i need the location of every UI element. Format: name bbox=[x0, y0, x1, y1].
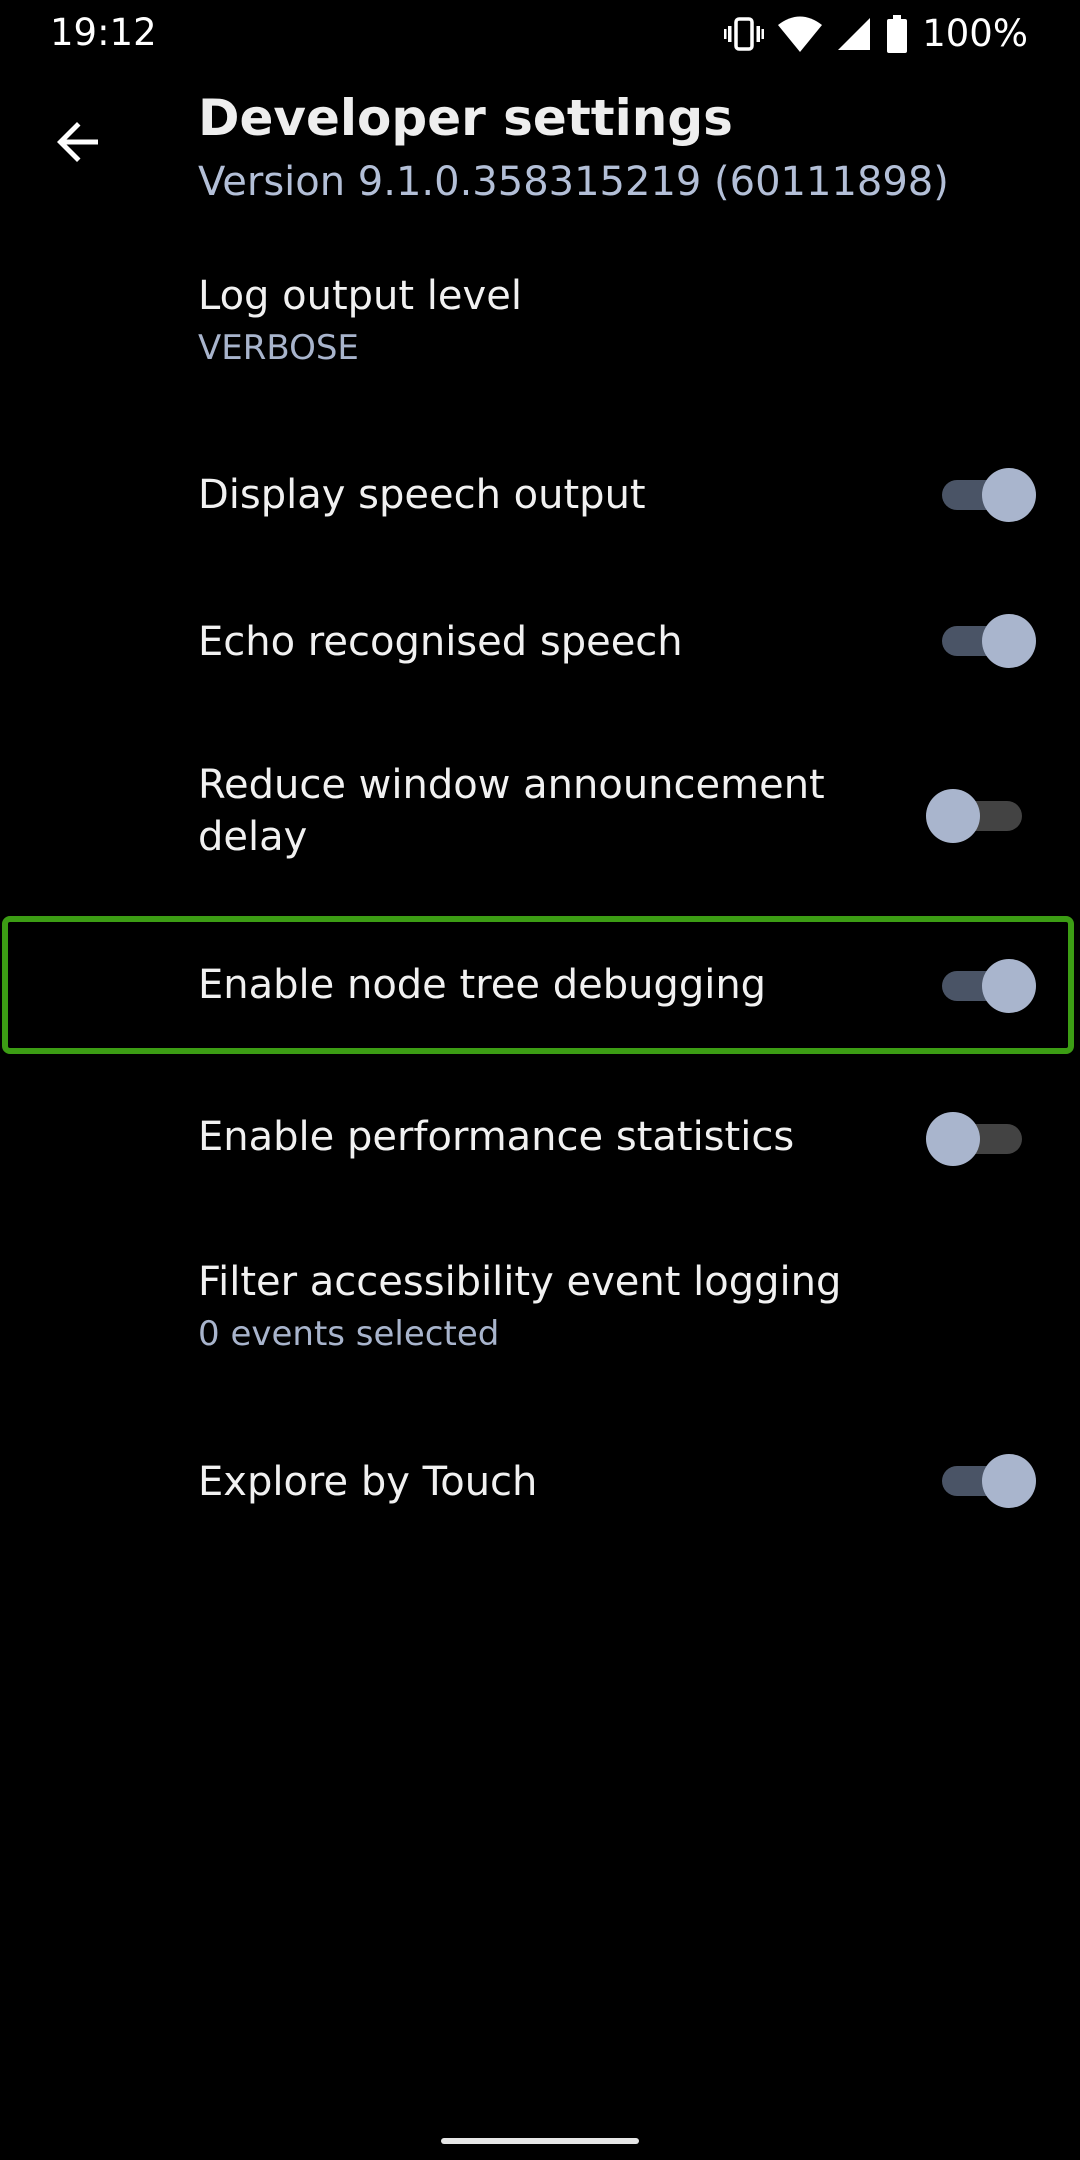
setting-summary: VERBOSE bbox=[198, 328, 359, 368]
switch-thumb bbox=[926, 789, 980, 843]
setting-title: Enable node tree debugging bbox=[198, 962, 767, 1008]
setting-title: Reduce window announcement delay bbox=[198, 762, 825, 860]
setting-title: Echo recognised speech bbox=[198, 619, 683, 665]
setting-title: Log output level bbox=[198, 273, 522, 319]
battery-icon bbox=[886, 15, 908, 53]
setting-enable-performance-statistics[interactable]: Enable performance statistics bbox=[0, 1084, 1080, 1192]
setting-title: Display speech output bbox=[198, 472, 646, 518]
setting-log-output-level[interactable]: Log output level VERBOSE bbox=[0, 256, 1080, 392]
status-icons: 100% bbox=[724, 12, 1028, 56]
setting-reduce-window-announcement-delay[interactable]: Reduce window announcement delay bbox=[0, 752, 1080, 882]
back-button[interactable] bbox=[40, 106, 116, 182]
enable-performance-statistics-switch[interactable] bbox=[926, 1110, 1028, 1166]
setting-title: Enable performance statistics bbox=[198, 1114, 795, 1160]
status-time: 19:12 bbox=[50, 11, 157, 54]
gesture-navigation-handle[interactable] bbox=[441, 2138, 639, 2144]
setting-enable-node-tree-debugging[interactable]: Enable node tree debugging bbox=[0, 922, 1080, 1048]
setting-echo-recognised-speech[interactable]: Echo recognised speech bbox=[0, 588, 1080, 696]
display-speech-output-switch[interactable] bbox=[936, 466, 1036, 522]
switch-thumb bbox=[982, 1454, 1036, 1508]
page-title: Developer settings bbox=[198, 89, 733, 147]
echo-recognised-speech-switch[interactable] bbox=[936, 612, 1036, 668]
switch-thumb bbox=[982, 468, 1036, 522]
setting-display-speech-output[interactable]: Display speech output bbox=[0, 440, 1080, 548]
reduce-window-announcement-delay-switch[interactable] bbox=[926, 787, 1028, 843]
page-subtitle: Version 9.1.0.358315219 (60111898) bbox=[198, 159, 949, 205]
setting-summary: 0 events selected bbox=[198, 1314, 500, 1354]
setting-title: Explore by Touch bbox=[198, 1459, 538, 1505]
vibrate-icon bbox=[724, 16, 765, 52]
wifi-icon bbox=[778, 16, 823, 52]
explore-by-touch-switch[interactable] bbox=[936, 1452, 1036, 1508]
status-bar: 19:12 100% bbox=[0, 0, 1080, 68]
switch-thumb bbox=[982, 614, 1036, 668]
cell-signal-icon bbox=[836, 16, 872, 52]
setting-explore-by-touch[interactable]: Explore by Touch bbox=[0, 1428, 1080, 1536]
enable-node-tree-debugging-switch[interactable] bbox=[936, 957, 1036, 1013]
switch-thumb bbox=[926, 1112, 980, 1166]
battery-percentage: 100% bbox=[922, 12, 1028, 55]
setting-filter-accessibility-event-logging[interactable]: Filter accessibility event logging 0 eve… bbox=[0, 1240, 1080, 1376]
switch-thumb bbox=[982, 959, 1036, 1013]
setting-title: Filter accessibility event logging bbox=[198, 1259, 842, 1305]
arrow-left-icon bbox=[54, 118, 102, 170]
